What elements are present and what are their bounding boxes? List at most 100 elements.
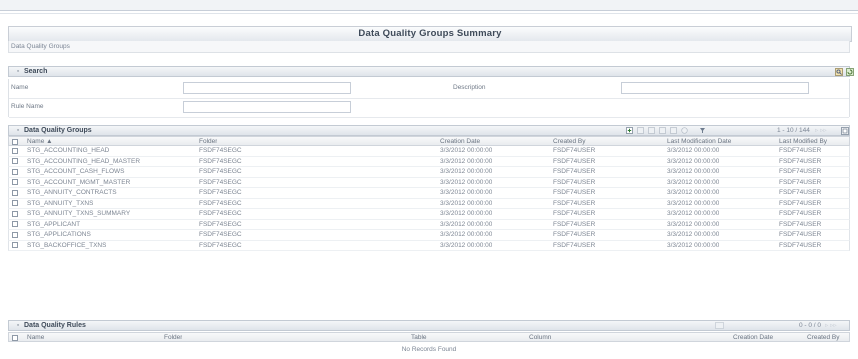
table-row[interactable]: STG_BACKOFFICE_TXNS FSDF74SEGC 3/3/2012 … (8, 240, 850, 251)
row-name: STG_ANNUITY_TXNS (27, 199, 94, 207)
col-last-mod-by-header[interactable]: Last Modified By (779, 137, 827, 146)
col-creation-date-header[interactable]: Creation Date (733, 333, 773, 342)
row-creation-date: 3/3/2012 00:00:00 (440, 210, 493, 217)
col-name-header[interactable]: Name (27, 333, 44, 342)
pager-nav-icons[interactable]: ▹ ▹▹ (825, 321, 837, 331)
search-form: Name Description Rule Name (8, 79, 850, 118)
row-checkbox[interactable] (12, 168, 18, 175)
top-divider (0, 13, 858, 14)
row-creation-date: 3/3/2012 00:00:00 (440, 220, 493, 228)
col-created-by-header[interactable]: Created By (807, 333, 840, 342)
row-last-mod-by: FSDF74USER (779, 199, 822, 207)
col-created-by-header[interactable]: Created By (553, 137, 586, 146)
row-name: STG_ANNUITY_CONTRACTS (27, 189, 117, 196)
table-row[interactable]: STG_APPLICATIONS FSDF74SEGC 3/3/2012 00:… (8, 230, 850, 241)
row-last-mod-date: 3/3/2012 00:00:00 (667, 178, 720, 186)
row-name: STG_ACCOUNTING_HEAD (27, 147, 110, 154)
col-table-header[interactable]: Table (411, 333, 427, 342)
table-row[interactable]: STG_ACCOUNTING_HEAD_MASTER FSDF74SEGC 3/… (8, 156, 850, 167)
row-last-mod-date: 3/3/2012 00:00:00 (667, 241, 720, 249)
table-row[interactable]: STG_ACCOUNT_MGMT_MASTER FSDF74SEGC 3/3/2… (8, 177, 850, 188)
row-creation-date: 3/3/2012 00:00:00 (440, 231, 493, 238)
row-last-mod-by: FSDF74USER (779, 220, 822, 228)
row-checkbox[interactable] (12, 189, 18, 196)
row-checkbox[interactable] (12, 147, 18, 154)
row-creation-date: 3/3/2012 00:00:00 (440, 157, 493, 165)
rule-name-input[interactable] (183, 101, 351, 113)
row-last-mod-date: 3/3/2012 00:00:00 (667, 189, 720, 196)
search-go-icon[interactable] (835, 68, 843, 76)
row-folder: FSDF74SEGC (199, 241, 242, 249)
search-section-title: Search (24, 68, 48, 75)
row-created-by: FSDF74USER (553, 210, 596, 217)
row-last-mod-date: 3/3/2012 00:00:00 (667, 157, 720, 165)
copy-icon[interactable] (659, 127, 666, 134)
row-last-mod-by: FSDF74USER (779, 231, 822, 238)
row-checkbox[interactable] (12, 158, 18, 164)
row-last-mod-date: 3/3/2012 00:00:00 (667, 199, 720, 207)
row-last-mod-by: FSDF74USER (779, 178, 822, 186)
sort-asc-icon[interactable]: ▲ (46, 138, 52, 145)
view-icon[interactable] (715, 322, 724, 329)
rules-column-header: Name Folder Table Column Creation Date C… (8, 332, 850, 342)
collapse-icon[interactable]: ▫ (15, 67, 21, 77)
row-checkbox[interactable] (12, 242, 18, 248)
table-row[interactable]: STG_ANNUITY_TXNS_SUMMARY FSDF74SEGC 3/3/… (8, 209, 850, 220)
col-column-header[interactable]: Column (529, 333, 551, 342)
collapse-icon[interactable]: ▫ (15, 321, 21, 331)
row-checkbox[interactable] (12, 200, 18, 206)
description-input[interactable] (621, 82, 809, 94)
run-icon[interactable] (681, 127, 688, 134)
row-folder: FSDF74SEGC (199, 147, 242, 154)
row-created-by: FSDF74USER (553, 168, 596, 175)
edit-icon[interactable] (648, 127, 655, 134)
row-last-mod-by: FSDF74USER (779, 168, 822, 175)
col-folder-header[interactable]: Folder (199, 137, 217, 146)
row-created-by: FSDF74USER (553, 157, 596, 165)
empty-state-text: No Records Found (401, 346, 457, 353)
select-all-checkbox[interactable] (12, 138, 18, 145)
row-last-mod-by: FSDF74USER (779, 189, 822, 196)
filter-icon[interactable] (699, 127, 706, 134)
table-row[interactable]: STG_ANNUITY_CONTRACTS FSDF74SEGC 3/3/201… (8, 188, 850, 199)
row-name: STG_ACCOUNT_MGMT_MASTER (27, 178, 131, 186)
pager-nav-icons[interactable]: ▹ ▹▹ (815, 126, 827, 136)
table-row[interactable]: STG_ACCOUNTING_HEAD FSDF74SEGC 3/3/2012 … (8, 146, 850, 157)
row-folder: FSDF74SEGC (199, 199, 242, 207)
groups-pager: 1 - 10 / 144 (777, 127, 810, 134)
breadcrumb: Data Quality Groups (8, 41, 850, 53)
row-creation-date: 3/3/2012 00:00:00 (440, 241, 493, 249)
select-all-checkbox[interactable] (12, 334, 18, 341)
groups-section-header[interactable]: ▫ Data Quality Groups 1 - 10 / 144 ▹ ▹▹ (8, 125, 850, 136)
row-last-mod-by: FSDF74USER (779, 157, 822, 165)
collapse-icon[interactable]: ▫ (15, 126, 21, 136)
row-checkbox[interactable] (12, 221, 18, 227)
view-icon[interactable] (637, 127, 644, 134)
search-section-header[interactable]: ▫ Search (8, 66, 854, 77)
row-folder: FSDF74SEGC (199, 168, 242, 175)
row-creation-date: 3/3/2012 00:00:00 (440, 178, 493, 186)
row-checkbox[interactable] (12, 231, 18, 238)
row-checkbox[interactable] (12, 179, 18, 185)
add-icon[interactable] (626, 127, 633, 134)
delete-icon[interactable] (670, 127, 677, 134)
name-input[interactable] (183, 82, 351, 94)
table-row[interactable]: STG_APPLICANT FSDF74SEGC 3/3/2012 00:00:… (8, 219, 850, 230)
col-name-header[interactable]: Name ▲ (27, 137, 53, 146)
row-last-mod-date: 3/3/2012 00:00:00 (667, 210, 720, 217)
col-folder-header[interactable]: Folder (164, 333, 182, 342)
row-checkbox[interactable] (12, 210, 18, 217)
col-creation-date-header[interactable]: Creation Date (440, 137, 480, 146)
reset-icon[interactable] (846, 68, 854, 76)
row-created-by: FSDF74USER (553, 147, 596, 154)
table-row[interactable]: STG_ACCOUNT_CASH_FLOWS FSDF74SEGC 3/3/20… (8, 167, 850, 178)
name-label: Name (11, 84, 29, 91)
rules-section-header[interactable]: ▫ Data Quality Rules 0 - 0 / 0 ▹ ▹▹ (8, 320, 850, 331)
table-row[interactable]: STG_ANNUITY_TXNS FSDF74SEGC 3/3/2012 00:… (8, 198, 850, 209)
maximize-icon[interactable] (841, 127, 849, 135)
groups-section-title: Data Quality Groups (24, 127, 92, 134)
row-created-by: FSDF74USER (553, 199, 596, 207)
col-last-mod-date-header[interactable]: Last Modification Date (667, 137, 731, 146)
row-last-mod-date: 3/3/2012 00:00:00 (667, 147, 720, 154)
row-last-mod-by: FSDF74USER (779, 210, 822, 217)
